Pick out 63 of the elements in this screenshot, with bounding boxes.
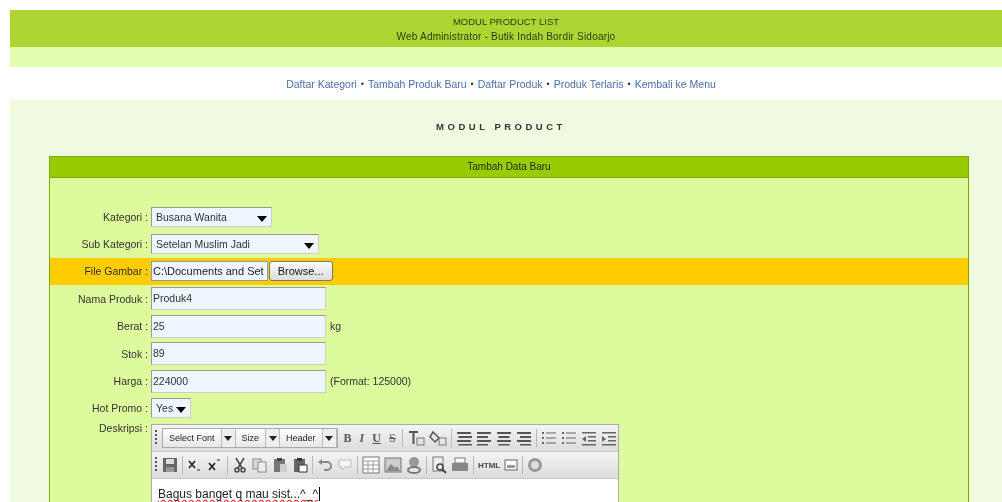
field-label: Hot Promo :	[90, 402, 149, 415]
align-icon[interactable]	[495, 430, 512, 447]
caret-icon	[176, 407, 186, 414]
fullscreen-icon[interactable]	[504, 458, 519, 473]
caret-icon	[325, 435, 334, 441]
html-button[interactable]: HTML	[478, 460, 501, 470]
header-subtitle: Web Administrator - Butik Indah Bordir Sidoarjo	[396, 30, 616, 42]
form-title: Tambah Data Baru	[50, 157, 968, 178]
field-label: Stok :	[120, 347, 149, 360]
outdent-icon[interactable]	[580, 430, 597, 447]
browse-button[interactable]: Browse...	[268, 261, 333, 282]
align-icon[interactable]	[475, 430, 492, 447]
field-label: Berat :	[116, 320, 149, 333]
clipboard-icon[interactable]	[272, 457, 288, 474]
select-field[interactable]: Yes	[151, 398, 191, 419]
field-label: File Gambar :	[83, 265, 149, 278]
format-button[interactable]: S	[386, 430, 398, 446]
nav-link[interactable]: Daftar Kategori	[286, 77, 357, 90]
align-icon[interactable]	[455, 430, 472, 447]
nav-link[interactable]: Daftar Produk	[477, 77, 543, 90]
format-button[interactable]: B	[341, 430, 354, 446]
indent-icon[interactable]	[600, 430, 617, 447]
input-field[interactable]: 89	[151, 342, 326, 366]
nav-link[interactable]: Tambah Produk Baru	[367, 77, 467, 90]
caret-icon	[268, 435, 277, 441]
field-note: (Format: 125000)	[330, 375, 412, 388]
align-icon[interactable]	[515, 430, 532, 447]
header-title: MODUL PRODUCT LIST	[452, 15, 560, 27]
caret-icon	[304, 243, 314, 250]
bullet-list-icon[interactable]	[540, 430, 557, 447]
field-label: Nama Produk :	[76, 292, 149, 305]
text-color-icon[interactable]	[406, 429, 425, 448]
undo-icon[interactable]	[317, 457, 333, 474]
input-field[interactable]: 224000	[151, 369, 326, 393]
select-field[interactable]: Setelan Muslim Jadi	[151, 234, 319, 255]
input-field[interactable]: Produk4	[151, 287, 326, 311]
field-note: kg	[330, 320, 342, 333]
field-label: Deskripsi :	[98, 422, 149, 435]
numbered-list-icon[interactable]	[560, 430, 577, 447]
editor-text-area[interactable]: Bagus banget q mau sist...^_^	[152, 479, 618, 502]
nav-link[interactable]: Produk Terlaris	[553, 77, 624, 90]
scissors-icon[interactable]	[232, 457, 248, 474]
caret-icon	[257, 215, 267, 222]
nav-separator: •	[627, 78, 631, 89]
nav-separator: •	[546, 78, 550, 89]
image-icon[interactable]	[384, 456, 402, 475]
nav-separator: •	[360, 78, 364, 89]
clipboard-icon[interactable]	[292, 457, 308, 474]
caret-icon	[224, 435, 233, 441]
nav-link[interactable]: Kembali ke Menu	[634, 77, 716, 90]
select-field[interactable]: Busana Wanita	[151, 206, 272, 227]
file-path-field[interactable]: C:\Documents and Set	[151, 261, 268, 282]
page-title: MODUL PRODUCT	[435, 121, 567, 132]
field-label: Sub Kategori :	[80, 238, 149, 251]
fill-color-icon[interactable]	[428, 429, 447, 448]
save-icon[interactable]	[162, 457, 178, 474]
format-button[interactable]: U	[370, 430, 383, 446]
format-button[interactable]: I	[357, 430, 367, 446]
field-label: Kategori :	[102, 210, 149, 223]
preview-icon[interactable]	[431, 456, 447, 475]
field-label: Harga :	[112, 375, 149, 388]
nav-separator: •	[470, 78, 474, 89]
input-field[interactable]: 25	[151, 314, 326, 338]
